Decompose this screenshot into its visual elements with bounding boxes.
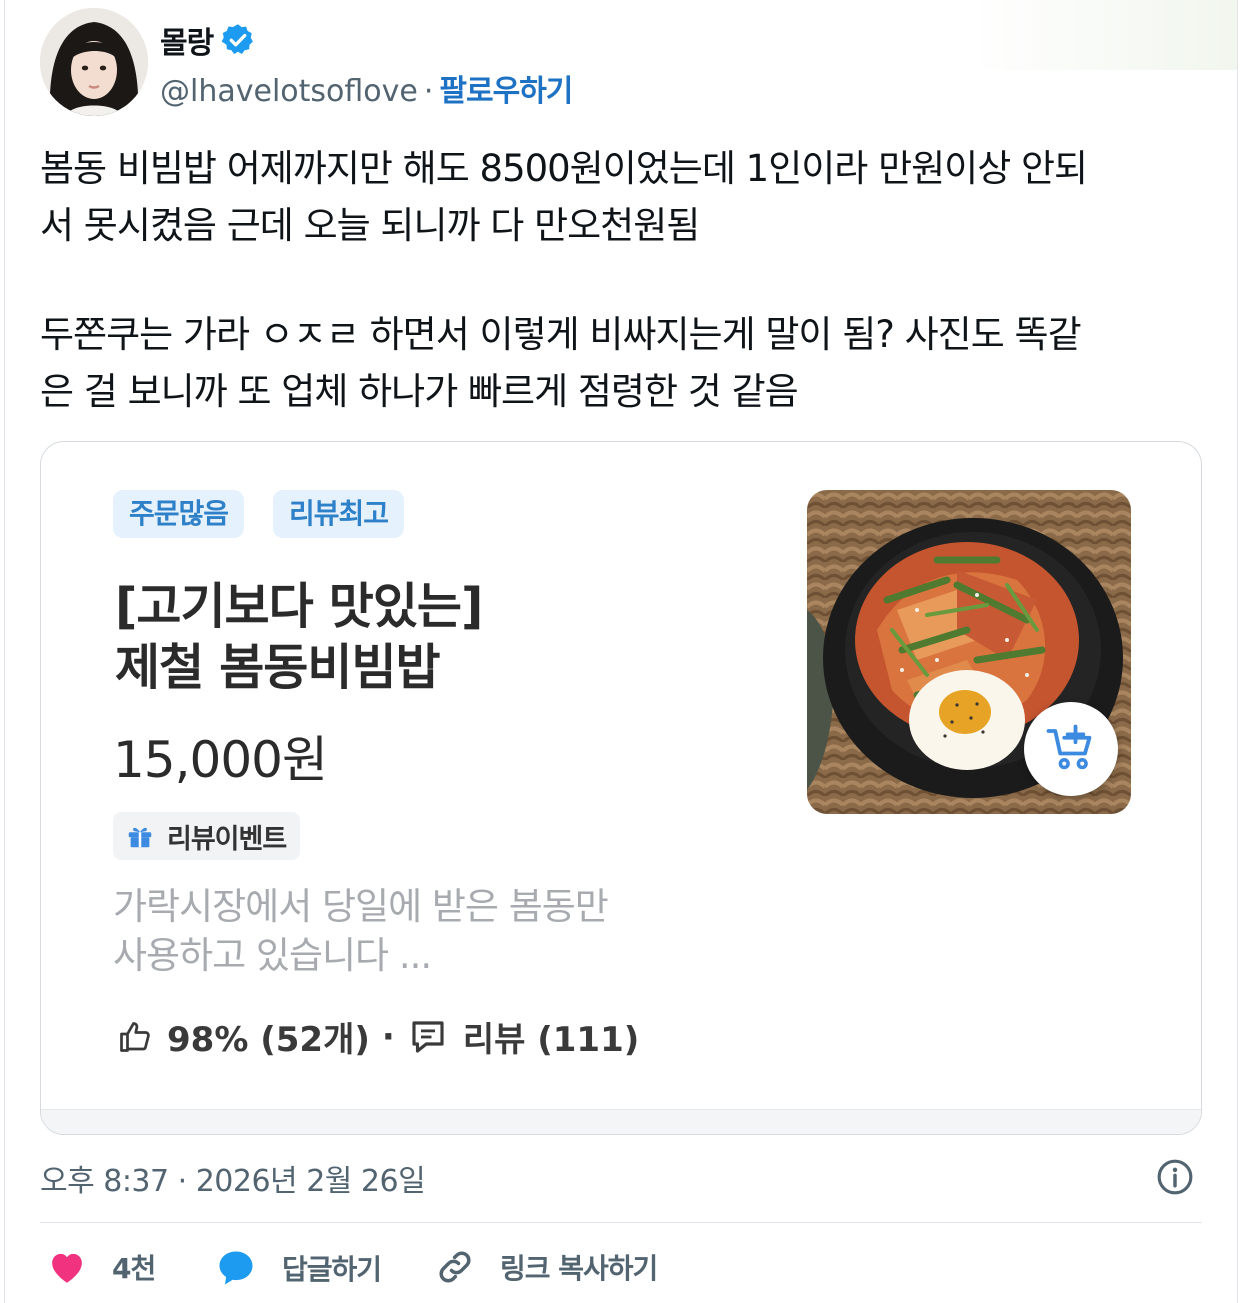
verified-badge-icon (221, 24, 253, 54)
handle-separator: · (423, 74, 434, 109)
avatar[interactable] (40, 8, 148, 116)
corner-glow (967, 0, 1237, 70)
attached-image-card[interactable]: 주문많음 리뷰최고 [고기보다 맛있는] 제철 봄동비빔밥 15,000원 리뷰… (40, 441, 1202, 1135)
tweet-paragraph-1: 봄동 비빔밥 어제까지만 해도 8500원이었는데 1인이라 만원이상 안되 서… (40, 147, 1088, 247)
like-button[interactable]: 4천 (46, 1246, 156, 1288)
heart-icon (52, 1253, 82, 1283)
thumbs-up-icon (120, 1021, 150, 1052)
tweet-paragraph-2: 두쫀쿠는 가라 ㅇㅈㄹ 하면서 이렇게 비싸지는게 말이 됨? 사진도 똑같 은… (40, 313, 1082, 413)
reply-bubble-icon (219, 1251, 253, 1285)
menu-price: 15,000원 (113, 731, 328, 789)
menu-title: [고기보다 맛있는] 제철 봄동비빔밥 (115, 578, 483, 696)
copy-link-label: 링크 복사하기 (500, 1252, 658, 1285)
like-count: 4천 (112, 1252, 156, 1285)
comment-icon (412, 1020, 444, 1053)
tweet-timestamp[interactable]: 오후 8:37 · 2026년 2월 26일 (40, 1156, 426, 1200)
review-count: 리뷰 (111) (462, 1020, 640, 1060)
tweet-text: 봄동 비빔밥 어제까지만 해도 8500원이었는데 1인이라 만원이상 안되 서… (40, 140, 1200, 420)
link-icon (439, 1251, 471, 1283)
handle-row: @lhavelotsoflove · 팔로우하기 (160, 66, 573, 110)
copy-link-button[interactable]: 링크 복사하기 (434, 1246, 658, 1288)
add-cart-icon (1046, 724, 1092, 770)
like-rate: 98% (52개) (167, 1020, 370, 1060)
review-event-badge: 리뷰이벤트 (113, 812, 301, 860)
follow-button[interactable]: 팔로우하기 (439, 74, 573, 109)
divider (40, 1222, 1202, 1223)
author-handle[interactable]: @lhavelotsoflove (160, 74, 418, 109)
add-to-cart-button[interactable] (1024, 702, 1118, 796)
gift-icon (128, 827, 152, 848)
menu-stats: 98% (52개) · 리뷰 (111) (117, 1012, 639, 1061)
reply-label: 답글하기 (282, 1253, 382, 1286)
reply-button[interactable]: 답글하기 (214, 1246, 382, 1290)
stats-separator: · (381, 1016, 395, 1057)
info-icon[interactable] (1156, 1158, 1194, 1196)
menu-description: 가락시장에서 당일에 받은 봄동만 사용하고 있습니다 ... (113, 885, 609, 977)
card-bottom-strip (41, 1109, 1201, 1134)
review-event-label: 리뷰이벤트 (167, 823, 287, 855)
tag-popular-orders: 주문많음 (113, 490, 245, 538)
author-name[interactable]: 몰랑 (160, 18, 214, 62)
tag-top-reviews: 리뷰최고 (273, 490, 405, 538)
